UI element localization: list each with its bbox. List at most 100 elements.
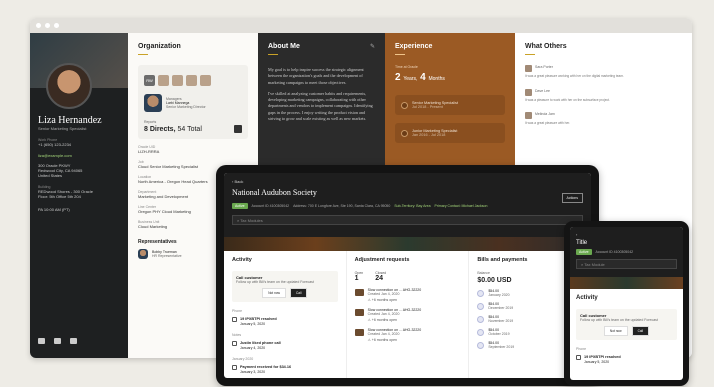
direct-reports: 8 Directs, <box>144 126 176 133</box>
phone-feed-item[interactable]: 19 IPXBTPI resolved January 5, 2020 <box>576 355 677 364</box>
feed-title: 19 IPXBTPI resolved <box>240 317 277 321</box>
not-now-button[interactable]: Not now <box>262 288 286 298</box>
phone-feed-label: Phone <box>576 347 587 351</box>
payment-icon <box>232 365 237 370</box>
years-unit: Years, <box>403 76 418 82</box>
phone-back-icon[interactable]: ‹ <box>576 232 677 237</box>
bill-icon <box>477 289 485 297</box>
review-text: It was a pleasure to work with her on th… <box>525 97 610 102</box>
mail-icon[interactable] <box>38 338 45 344</box>
reviewer-avatar[interactable] <box>525 65 532 72</box>
search-input[interactable]: ⌕ Tax Modules <box>232 215 583 225</box>
about-para-1: My goal is to help inspire success the s… <box>268 67 364 85</box>
adjustment-thumb <box>354 328 364 336</box>
edit-pencil-icon[interactable]: ✎ <box>370 43 375 50</box>
team-member-avatar[interactable] <box>158 75 169 86</box>
email-link[interactable]: liza@example.com <box>38 153 120 158</box>
phone-account-id: Account ID 4100305042 <box>595 250 634 254</box>
phone-search-input[interactable]: ⌕ Tax Module <box>576 259 677 269</box>
feed-item[interactable]: Payment received for $34.16 January 3, 20… <box>232 365 338 374</box>
reviewer-avatar[interactable] <box>525 88 532 96</box>
phone-feed-date: January 5, 2020 <box>584 359 610 364</box>
team-member-avatar[interactable] <box>200 75 211 86</box>
feed-item[interactable]: 19 IPXBTPI resolved January 5, 2020 <box>232 317 338 326</box>
account-title: National Audubon Society <box>232 188 317 197</box>
sub-territory[interactable]: Sub-Territory: Bay Area <box>394 204 430 208</box>
adjustment-item[interactable]: Slow connection on ... AHG-32220 Created … <box>354 288 461 302</box>
search-icon: ⌕ <box>237 218 240 223</box>
phone-not-now-button[interactable]: Not now <box>603 326 628 336</box>
window-dot-close[interactable] <box>36 23 41 28</box>
globe-icon[interactable] <box>54 338 61 344</box>
rep-avatar[interactable] <box>138 249 148 259</box>
building: REDwood Shores - 300 Oracle Floor: 5th O… <box>38 189 93 199</box>
phone-search-placeholder: Tax Module <box>584 262 605 267</box>
search-placeholder: Tax Modules <box>240 218 263 223</box>
bill-date: January 2020 <box>488 293 510 297</box>
closed-count: 24 <box>375 275 384 282</box>
profile-title: Senior Marketing Specialist <box>38 126 87 131</box>
feed-item[interactable]: Justin liked phone call January 4, 2020 <box>232 341 338 350</box>
years-num: 2 <box>395 72 401 83</box>
adjustment-item[interactable]: Slow connection on ... AHG-32220 Created … <box>354 308 461 322</box>
work-phone[interactable]: +1 (650) 123-2234 <box>38 142 120 147</box>
open-count: 1 <box>354 275 359 282</box>
reports-count: 8 Directs, 54 Total <box>144 126 242 133</box>
phone-title: Title <box>576 240 588 246</box>
role-item[interactable]: Senior Marketing Specialist Jul 2018 - P… <box>395 95 505 115</box>
adjustment-thumb <box>354 288 364 296</box>
phone-icon <box>232 317 237 322</box>
activity-column: Activity Call customer Follow up with Bi… <box>224 251 347 378</box>
total-reports: 54 Total <box>177 126 202 133</box>
feed-title: Justin liked phone call <box>240 341 281 345</box>
phone-status-badge: Active <box>576 249 592 255</box>
adjustments-column: Adjustment requests Open 1 Closed 24 Slow … <box>347 251 470 378</box>
heading-underline <box>525 54 535 55</box>
role-date: Jan 2016 - Jul 2018 <box>412 133 446 137</box>
reviewer-name[interactable]: Melinda Jam <box>535 112 555 119</box>
back-link[interactable]: ‹ Back <box>232 179 583 184</box>
manager-avatar[interactable] <box>144 94 162 112</box>
call-button[interactable]: Call <box>289 288 308 298</box>
org-chart-button[interactable] <box>234 125 242 133</box>
header-image-band <box>224 237 591 251</box>
role-date: Jul 2018 - Present <box>412 105 443 109</box>
reviewer-name[interactable]: Sara Porter <box>535 65 553 72</box>
heading-underline <box>268 54 278 55</box>
account-address: Address: 700 E Longfore Ave, Ste 190, Sa… <box>293 204 391 208</box>
status-badge: Active <box>232 203 248 209</box>
actions-button[interactable]: Actions <box>561 193 583 203</box>
window-dot-minimize[interactable] <box>45 23 50 28</box>
feed-group-label: Notes <box>232 333 242 337</box>
feed-date: January 3, 2020 <box>240 369 266 374</box>
bill-date: November 2019 <box>488 319 514 323</box>
role-icon <box>401 129 408 137</box>
phone-call-button[interactable]: Call <box>631 326 650 336</box>
adjustment-item[interactable]: Slow connection on ... AHG-32220 Created … <box>354 328 461 342</box>
role-item[interactable]: Junior Marketing Specialist Jan 2016 - J… <box>395 123 505 143</box>
phone-activity-heading: Activity <box>576 295 598 301</box>
avatar <box>46 63 92 109</box>
reports-label: Reports <box>144 120 157 124</box>
reviewer-name[interactable]: Dave Lee <box>535 89 550 96</box>
primary-contact[interactable]: Primary Contact: Michael Jackson <box>435 204 488 208</box>
tablet-header: ‹ Back National Audubon Society Actions … <box>224 173 591 237</box>
team-member-avatar[interactable] <box>172 75 183 86</box>
activity-heading: Activity <box>232 257 252 263</box>
bill-date: September 2019 <box>488 345 515 349</box>
about-heading: About Me <box>268 43 300 50</box>
organization-heading: Organization <box>138 43 181 50</box>
heading-underline <box>395 54 405 55</box>
bill-date: December 2019 <box>488 306 514 310</box>
time-label: Time at Oracle <box>395 65 418 69</box>
team-member-avatar[interactable] <box>186 75 197 86</box>
reviewer-avatar[interactable] <box>525 112 532 119</box>
search-icon: ⌕ <box>581 262 584 267</box>
tablet-device: ‹ Back National Audubon Society Actions … <box>216 165 599 386</box>
team-badge[interactable]: RW <box>144 75 155 86</box>
role-icon <box>401 101 408 109</box>
review-text: It was a great pleasure working with her… <box>525 74 624 78</box>
window-dot-maximize[interactable] <box>54 23 59 28</box>
linkedin-icon[interactable] <box>70 338 77 344</box>
call-card-text: Follow up with Bill's team on the update… <box>236 280 314 284</box>
